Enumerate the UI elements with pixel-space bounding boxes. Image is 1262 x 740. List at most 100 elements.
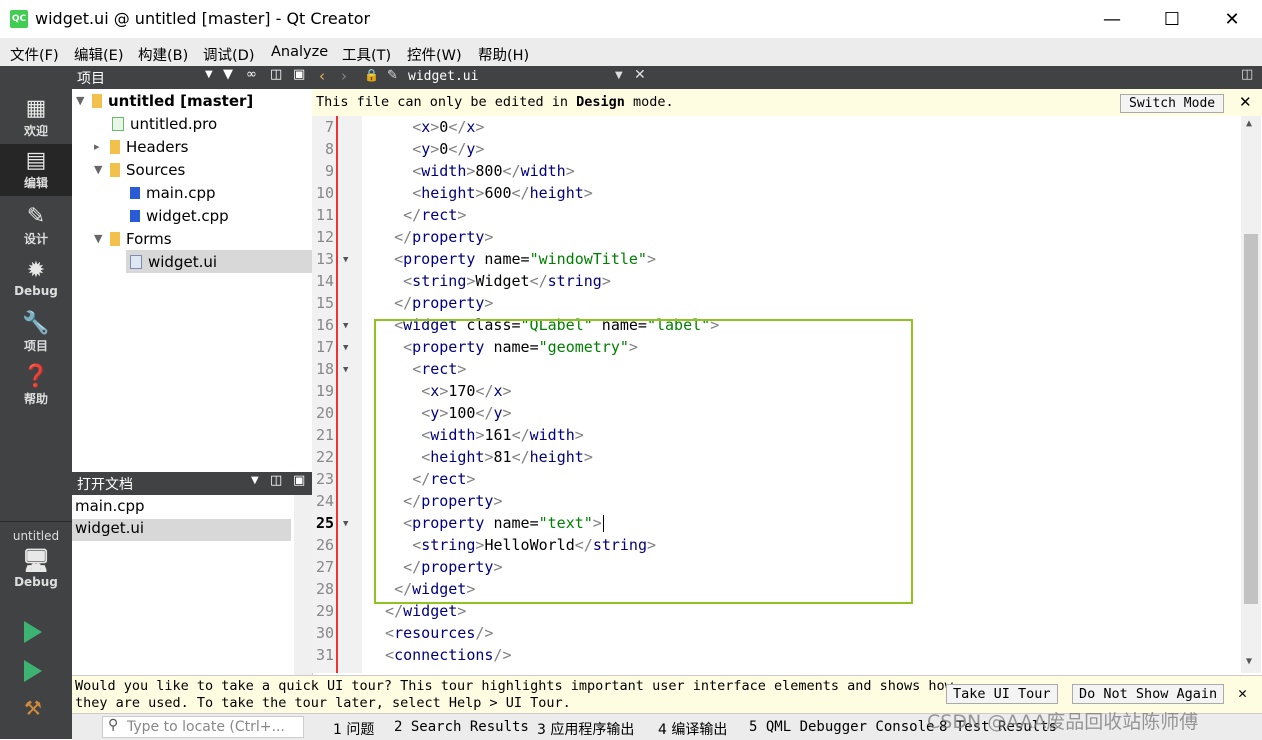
filter-icon[interactable]: ▼	[223, 67, 233, 82]
menu-file[interactable]: 文件(F)	[10, 44, 59, 65]
mode-design[interactable]: ✎ 设计	[0, 204, 72, 252]
link-icon[interactable]: ∞	[246, 67, 257, 82]
status-app-output[interactable]: 3 应用程序输出	[537, 719, 634, 739]
locate-input[interactable]: ⚲ Type to locate (Ctrl+...	[102, 716, 304, 738]
switch-mode-button[interactable]: Switch Mode	[1120, 94, 1225, 113]
scrollbar[interactable]	[294, 495, 312, 675]
status-bar: ⚲ Type to locate (Ctrl+... 1 问题 2 Search…	[72, 711, 1262, 740]
do-not-show-again-button[interactable]: Do Not Show Again	[1072, 684, 1225, 704]
mode-projects[interactable]: 🔧 项目	[0, 311, 72, 359]
monitor-icon: 🖥	[22, 549, 50, 574]
status-issues[interactable]: 1 问题	[333, 719, 374, 739]
hammer-build-icon[interactable]: ⚒	[24, 696, 42, 720]
mode-welcome[interactable]: ▦ 欢迎	[0, 96, 72, 144]
code-editor[interactable]: 7 <x>0</x> 8 <y>0</y> 9 <width>800</width> 10 <…	[312, 116, 1262, 673]
tree-item-pro-file[interactable]: untitled.pro	[112, 112, 217, 135]
chevron-right-icon[interactable]: ▸	[94, 140, 110, 153]
maximize-button[interactable]: ☐	[1142, 0, 1202, 38]
close-icon[interactable]: ✕	[634, 67, 646, 83]
chevron-down-icon[interactable]: ▼	[94, 163, 110, 176]
scrollbar-thumb[interactable]	[1244, 234, 1258, 604]
tree-item-headers[interactable]: ▸ Headers	[94, 135, 188, 158]
code-line: <resources/>	[385, 624, 494, 642]
open-doc-item[interactable]: widget.ui	[72, 519, 291, 541]
edit-icon: ▤	[25, 148, 47, 173]
open-docs-list: main.cpp widget.ui	[72, 495, 313, 675]
kit-selector[interactable]: 🖥 Debug	[0, 549, 72, 601]
close-pane-icon[interactable]: ▣	[293, 473, 305, 488]
folder-icon	[110, 139, 120, 154]
line-number: 17	[315, 338, 334, 356]
code-line: <string>Widget</string>	[403, 272, 611, 290]
tree-item-main-cpp[interactable]: main.cpp	[130, 181, 216, 204]
tree-item-forms[interactable]: ▼ Forms	[94, 227, 172, 250]
bug-icon: ✹	[26, 258, 46, 283]
menu-tools[interactable]: 工具(T)	[342, 44, 391, 65]
menu-build[interactable]: 构建(B)	[138, 44, 188, 65]
ui-file-icon: ✎	[387, 68, 398, 83]
project-panel-title: 项目	[77, 71, 105, 87]
fold-toggle-icon[interactable]: ▼	[343, 519, 348, 529]
debug-run-icon[interactable]	[24, 660, 42, 682]
status-search-results[interactable]: 2 Search Results	[394, 719, 529, 735]
status-qml-debugger[interactable]: 5 QML Debugger Console	[749, 719, 934, 735]
folder-icon	[92, 93, 102, 108]
chevron-down-icon[interactable]: ▼	[615, 70, 623, 81]
tour-message: Would you like to take a quick UI tour? …	[75, 678, 953, 711]
split-icon[interactable]: ◫	[1241, 67, 1253, 82]
run-icon[interactable]	[24, 621, 42, 643]
line-number: 14	[315, 272, 334, 290]
close-icon[interactable]: ✕	[1238, 684, 1247, 702]
editor-toolbar: ‹ › 🔒 ✎ widget.ui ▼ ✕ ◫	[312, 66, 1262, 89]
minimize-button[interactable]: —	[1082, 0, 1142, 38]
lock-icon: 🔒	[364, 68, 379, 82]
chevron-down-icon[interactable]: ▼	[94, 232, 110, 245]
menu-controls[interactable]: 控件(W)	[407, 44, 462, 65]
mode-edit[interactable]: ▤ 编辑	[0, 144, 72, 196]
mode-help[interactable]: ❓ 帮助	[0, 364, 72, 412]
code-line: </property>	[394, 294, 494, 312]
grid-icon: ▦	[25, 96, 47, 121]
menu-debug[interactable]: 调试(D)	[203, 44, 254, 65]
close-icon[interactable]: ✕	[1239, 93, 1252, 111]
tree-item-widget-cpp[interactable]: widget.cpp	[130, 204, 229, 227]
menu-help[interactable]: 帮助(H)	[478, 44, 529, 65]
menu-edit[interactable]: 编辑(E)	[74, 44, 123, 65]
line-number: 10	[315, 184, 334, 202]
line-number: 21	[315, 426, 334, 444]
fold-toggle-icon[interactable]: ▼	[343, 365, 348, 375]
fold-toggle-icon[interactable]: ▼	[343, 343, 348, 353]
take-ui-tour-button[interactable]: Take UI Tour	[946, 684, 1058, 704]
line-number: 24	[315, 492, 334, 510]
menu-analyze[interactable]: Analyze	[271, 44, 328, 60]
fold-toggle-icon[interactable]: ▼	[343, 255, 348, 265]
split-icon[interactable]: ◫	[270, 67, 282, 82]
tree-item-sources[interactable]: ▼ Sources	[94, 158, 185, 181]
close-window-button[interactable]: ✕	[1202, 0, 1262, 38]
open-doc-item[interactable]: main.cpp	[75, 497, 291, 519]
open-docs-header: 打开文档 ▼ ◫ ▣	[72, 472, 312, 495]
chevron-up-icon[interactable]: ▲	[1246, 118, 1252, 129]
code-line: <connections/>	[385, 646, 512, 664]
fold-toggle-icon[interactable]: ▼	[343, 321, 348, 331]
chevron-down-icon[interactable]: ▼	[205, 69, 213, 80]
back-arrow-icon[interactable]: ‹	[319, 67, 325, 85]
open-docs-title: 打开文档	[77, 477, 133, 493]
editor-tab-filename[interactable]: widget.ui	[408, 69, 478, 84]
project-tree: ▼ untitled [master] untitled.pro ▸ Heade…	[72, 89, 313, 472]
split-icon[interactable]: ◫	[270, 473, 282, 488]
code-line: <x>0</x>	[412, 118, 485, 136]
chevron-down-icon[interactable]: ▼	[76, 94, 92, 107]
mode-debug[interactable]: ✹ Debug	[0, 258, 72, 306]
line-number: 20	[315, 404, 334, 422]
info-message: This file can only be edited in Design m…	[316, 94, 674, 110]
line-number: 25	[315, 514, 334, 532]
tree-item-widget-ui[interactable]: widget.ui	[126, 250, 312, 273]
forward-arrow-icon[interactable]: ›	[341, 67, 347, 85]
code-line: </rect>	[403, 206, 467, 224]
tree-item-untitled[interactable]: ▼ untitled [master]	[76, 89, 253, 112]
chevron-down-icon[interactable]: ▼	[251, 475, 259, 486]
close-pane-icon[interactable]: ▣	[293, 67, 305, 82]
status-compile-output[interactable]: 4 编译输出	[658, 719, 727, 739]
chevron-down-icon[interactable]: ▼	[1246, 656, 1252, 667]
